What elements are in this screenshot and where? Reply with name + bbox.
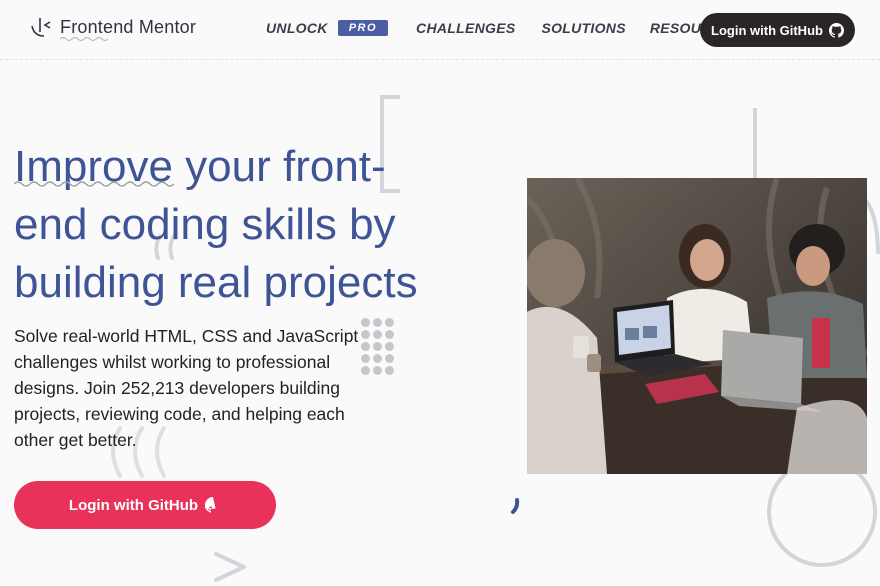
header-login-label: Login with GitHub	[711, 22, 823, 38]
chevron-right-decoration	[214, 552, 246, 582]
logo-text: Frontend Mentor	[60, 16, 197, 37]
photo-illustration	[527, 178, 867, 474]
comma-decoration	[511, 498, 520, 514]
nav-solutions[interactable]: SOLUTIONS	[541, 20, 625, 36]
header-login-github-button[interactable]: Login with GitHub	[700, 13, 855, 47]
github-icon	[828, 22, 844, 38]
github-icon	[205, 497, 216, 513]
site-header: Frontend Mentor UNLOCK PRO CHALLENGES SO…	[0, 0, 880, 60]
nav-unlock-pro[interactable]: UNLOCK PRO	[266, 20, 389, 36]
main-nav: UNLOCK PRO CHALLENGES SOLUTIONS RESOURCE…	[266, 20, 741, 36]
frontend-mentor-logo-icon	[31, 18, 51, 37]
nav-challenges[interactable]: CHALLENGES	[416, 20, 515, 36]
logo[interactable]: Frontend Mentor	[28, 14, 196, 40]
nav-unlock-label: UNLOCK	[266, 20, 328, 36]
hero-title: Improve your front-end coding skills by …	[14, 142, 418, 307]
pro-badge: PRO	[337, 20, 389, 36]
title-squiggle-decoration	[14, 181, 174, 187]
hero-cta-label: Login with GitHub	[68, 496, 199, 514]
hero-description: Solve real-world HTML, CSS and JavaScrip…	[14, 326, 359, 450]
hero-login-github-button[interactable]: Login with GitHub	[14, 481, 276, 529]
dot-grid-decoration	[361, 318, 394, 375]
logo-squiggle-decoration	[60, 36, 109, 42]
people-coding-photo	[527, 178, 867, 474]
